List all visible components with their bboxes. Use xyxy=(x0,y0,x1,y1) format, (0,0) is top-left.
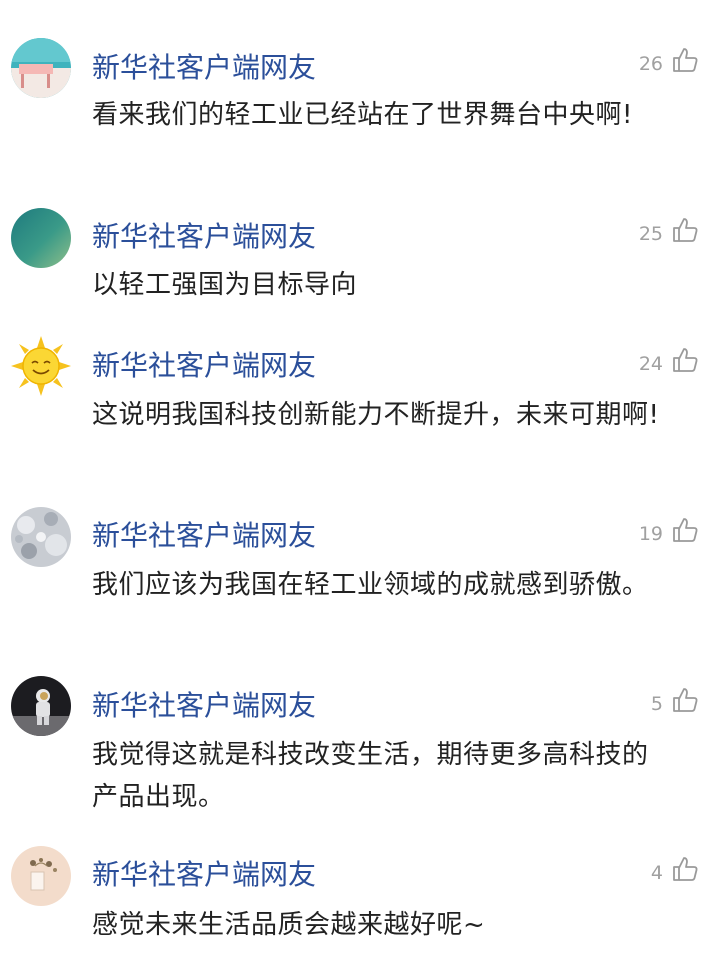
like-control[interactable]: 5 xyxy=(651,680,699,720)
thumbs-up-icon[interactable] xyxy=(671,346,699,374)
thumbs-up-icon[interactable] xyxy=(671,216,699,244)
username[interactable]: 新华社客户端网友 xyxy=(92,50,316,86)
user-avatar[interactable] xyxy=(11,38,71,98)
thumbs-up-icon[interactable] xyxy=(671,686,699,714)
user-avatar[interactable] xyxy=(11,208,71,268)
like-control[interactable]: 4 xyxy=(651,849,699,889)
username[interactable]: 新华社客户端网友 xyxy=(92,688,316,724)
thumbs-up-icon[interactable] xyxy=(671,516,699,544)
comment-text: 感觉未来生活品质会越来越好呢~ xyxy=(92,910,486,940)
like-control[interactable]: 24 xyxy=(639,340,699,380)
like-count: 26 xyxy=(638,53,663,75)
username[interactable]: 新华社客户端网友 xyxy=(92,857,316,893)
like-control[interactable]: 26 xyxy=(639,40,699,80)
like-count: 25 xyxy=(638,223,663,245)
comment-text: 我们应该为我国在轻工业领域的成就感到骄傲。 xyxy=(92,570,649,600)
user-avatar[interactable] xyxy=(11,507,71,567)
user-avatar[interactable] xyxy=(11,336,71,396)
comment-text: 以轻工强国为目标导向 xyxy=(92,270,358,300)
comment-text: 这说明我国科技创新能力不断提升，未来可期啊! xyxy=(92,400,660,430)
like-count: 24 xyxy=(638,353,663,375)
comment-text: 我觉得这就是科技改变生活，期待更多高科技的产品出现。 xyxy=(92,740,649,812)
comment-text: 看来我们的轻工业已经站在了世界舞台中央啊! xyxy=(92,100,633,130)
like-count: 19 xyxy=(638,523,663,545)
like-control[interactable]: 25 xyxy=(639,210,699,250)
thumbs-up-icon[interactable] xyxy=(671,855,699,883)
like-count: 4 xyxy=(650,862,663,884)
username[interactable]: 新华社客户端网友 xyxy=(92,518,316,554)
user-avatar[interactable] xyxy=(11,846,71,906)
thumbs-up-icon[interactable] xyxy=(671,46,699,74)
user-avatar[interactable] xyxy=(11,676,71,736)
like-control[interactable]: 19 xyxy=(639,510,699,550)
username[interactable]: 新华社客户端网友 xyxy=(92,348,316,384)
like-count: 5 xyxy=(650,693,663,715)
username[interactable]: 新华社客户端网友 xyxy=(92,219,316,255)
